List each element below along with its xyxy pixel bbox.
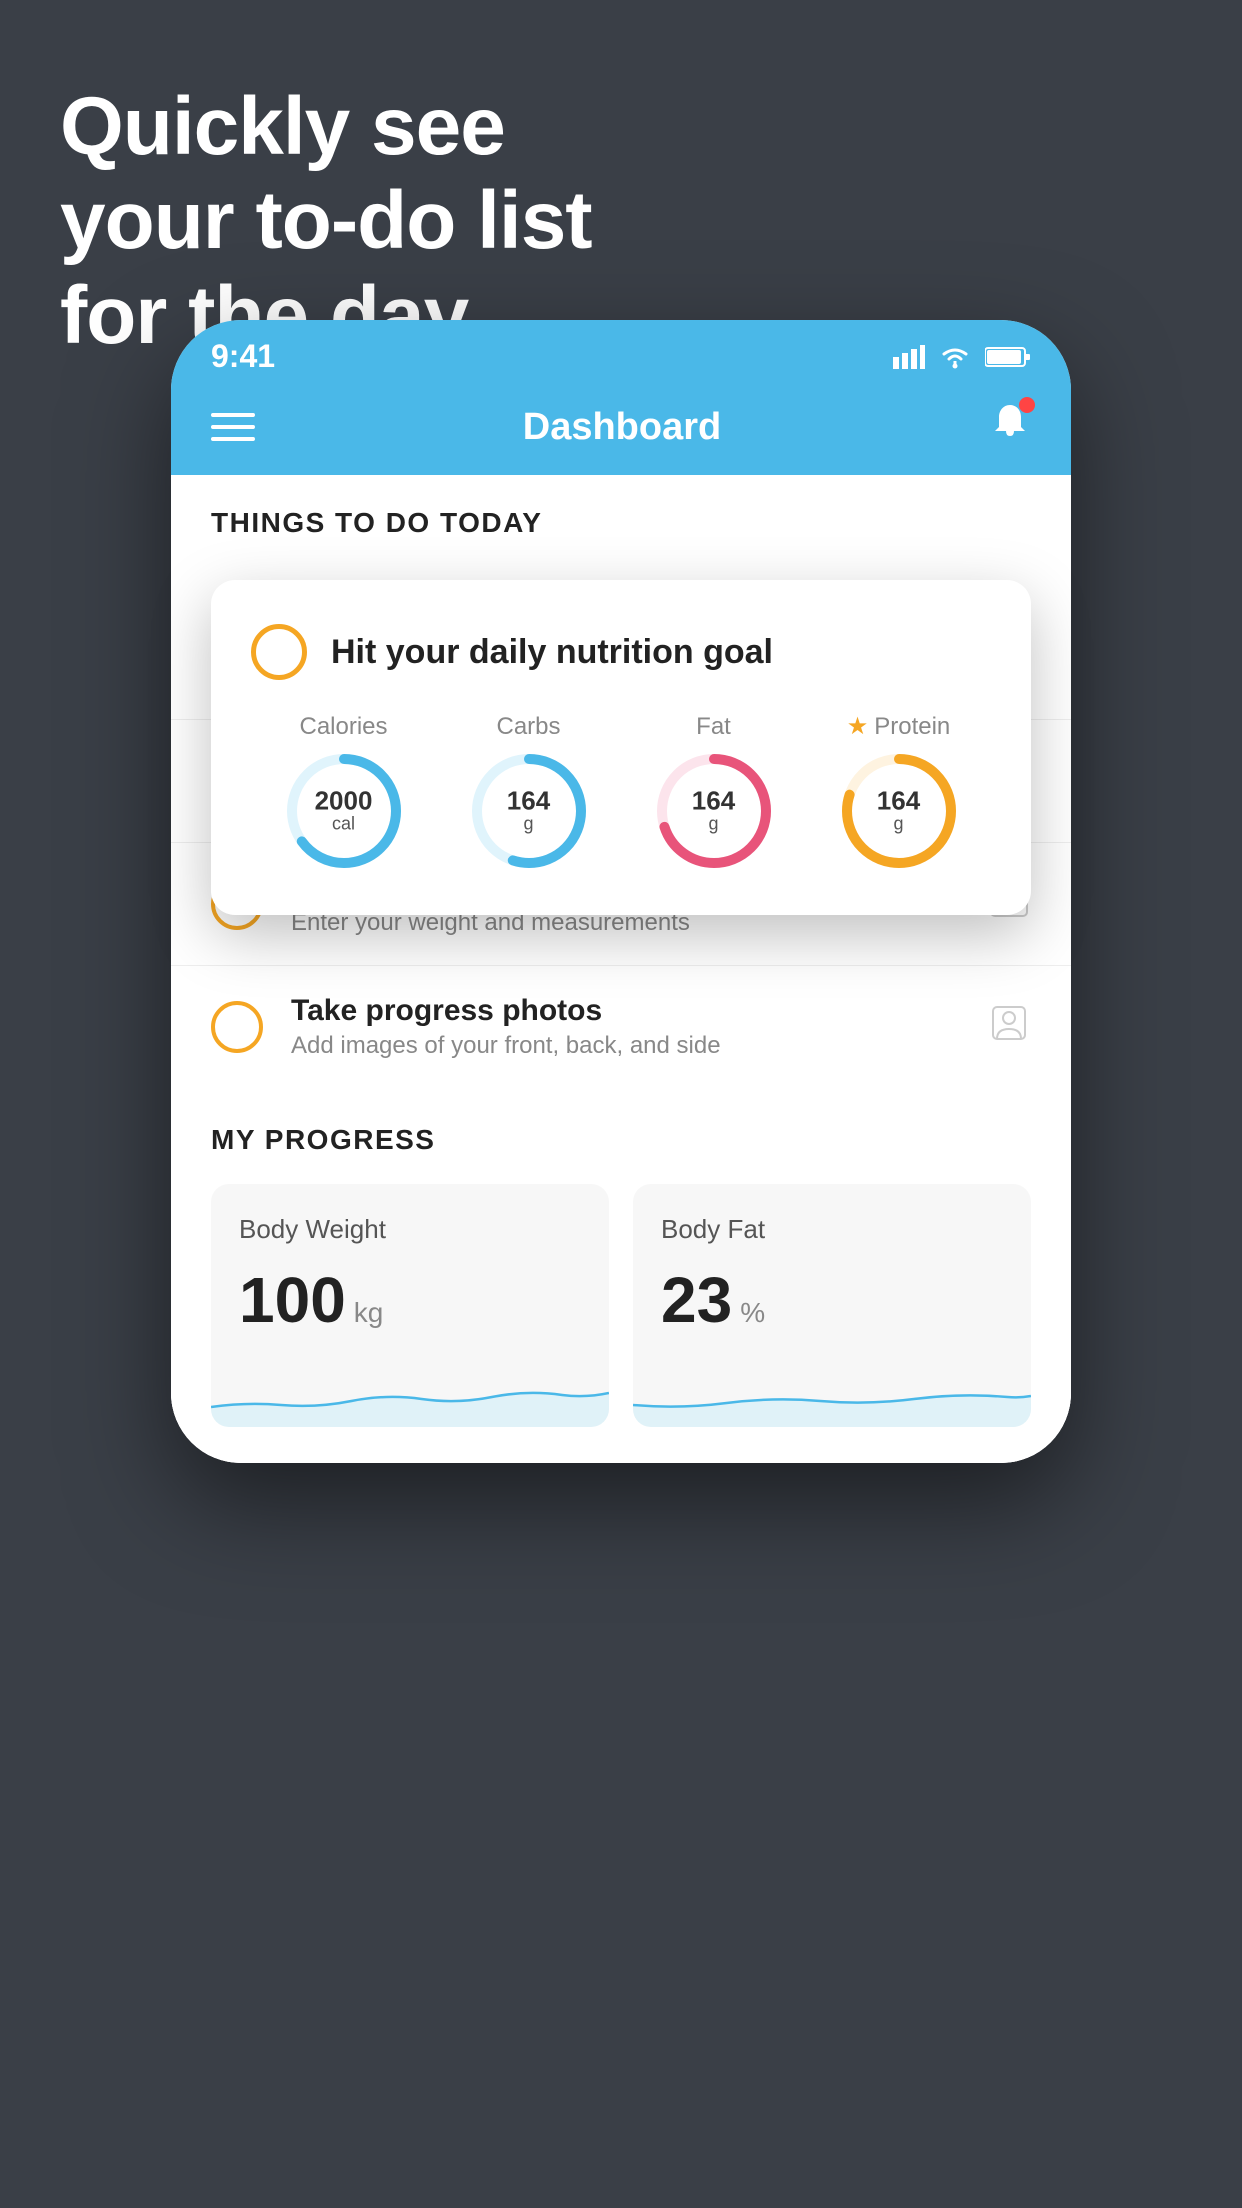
body-weight-unit: kg <box>354 1297 384 1329</box>
donut-unit-protein: g <box>877 814 920 835</box>
donut-value-carbs: 164 <box>507 787 550 813</box>
battery-icon <box>985 345 1031 369</box>
todo-title-photos: Take progress photos <box>291 994 959 1028</box>
macro-label-carbs: Carbs <box>496 713 560 741</box>
macro-item-calories: Calories 2000 cal <box>284 713 404 871</box>
body-fat-unit: % <box>740 1297 765 1329</box>
person-icon <box>987 1001 1031 1054</box>
nav-title: Dashboard <box>523 406 721 449</box>
todo-subtitle-photos: Add images of your front, back, and side <box>291 1032 959 1060</box>
todo-circle-photos <box>211 1001 263 1053</box>
donut-value-calories: 2000 <box>315 787 373 813</box>
body-fat-value: 23 <box>661 1263 732 1337</box>
donut-unit-carbs: g <box>507 813 550 834</box>
donut-calories: 2000 cal <box>284 751 404 871</box>
macro-label-protein: ★Protein <box>847 712 951 741</box>
body-weight-title: Body Weight <box>239 1214 581 1245</box>
donut-carbs: 164 g <box>469 751 589 871</box>
signal-icon <box>893 345 925 369</box>
notification-bell[interactable] <box>989 401 1031 453</box>
body-fat-card[interactable]: Body Fat 23 % <box>633 1184 1031 1427</box>
status-time: 9:41 <box>211 338 275 375</box>
donut-protein: 164 g <box>839 751 959 871</box>
donut-unit-fat: g <box>692 813 735 834</box>
status-bar: 9:41 <box>171 320 1071 383</box>
donut-unit-calories: cal <box>315 813 373 834</box>
star-icon: ★ <box>847 712 869 741</box>
todo-item-photos[interactable]: Take progress photos Add images of your … <box>171 965 1071 1088</box>
nutrition-card[interactable]: Hit your daily nutrition goal Calories 2… <box>211 580 1031 915</box>
notification-dot <box>1019 397 1035 413</box>
status-icons <box>893 345 1031 369</box>
macro-item-carbs: Carbs 164 g <box>469 713 589 871</box>
section-heading: THINGS TO DO TODAY <box>171 475 1071 559</box>
donut-value-fat: 164 <box>692 787 735 813</box>
macro-label-calories: Calories <box>299 713 387 741</box>
nutrition-circle-icon <box>251 624 307 680</box>
macros-row: Calories 2000 cal Carbs 164 <box>251 712 991 871</box>
donut-value-protein: 164 <box>877 788 920 814</box>
hamburger-menu[interactable] <box>211 413 255 441</box>
body-weight-card[interactable]: Body Weight 100 kg <box>211 1184 609 1427</box>
nutrition-card-title: Hit your daily nutrition goal <box>331 633 773 672</box>
nav-bar: Dashboard <box>171 383 1071 475</box>
macro-label-fat: Fat <box>696 713 731 741</box>
macro-item-fat: Fat 164 g <box>654 713 774 871</box>
macro-item-protein: ★Protein 164 g <box>839 712 959 871</box>
wifi-icon <box>939 345 971 369</box>
progress-section: MY PROGRESS Body Weight 100 kg <box>171 1088 1071 1463</box>
body-weight-chart <box>211 1357 609 1427</box>
donut-fat: 164 g <box>654 751 774 871</box>
body-weight-value: 100 <box>239 1263 346 1337</box>
body-fat-chart <box>633 1357 1031 1427</box>
progress-heading: MY PROGRESS <box>211 1124 1031 1156</box>
progress-cards: Body Weight 100 kg Body Fat <box>211 1184 1031 1427</box>
body-fat-title: Body Fat <box>661 1214 1003 1245</box>
